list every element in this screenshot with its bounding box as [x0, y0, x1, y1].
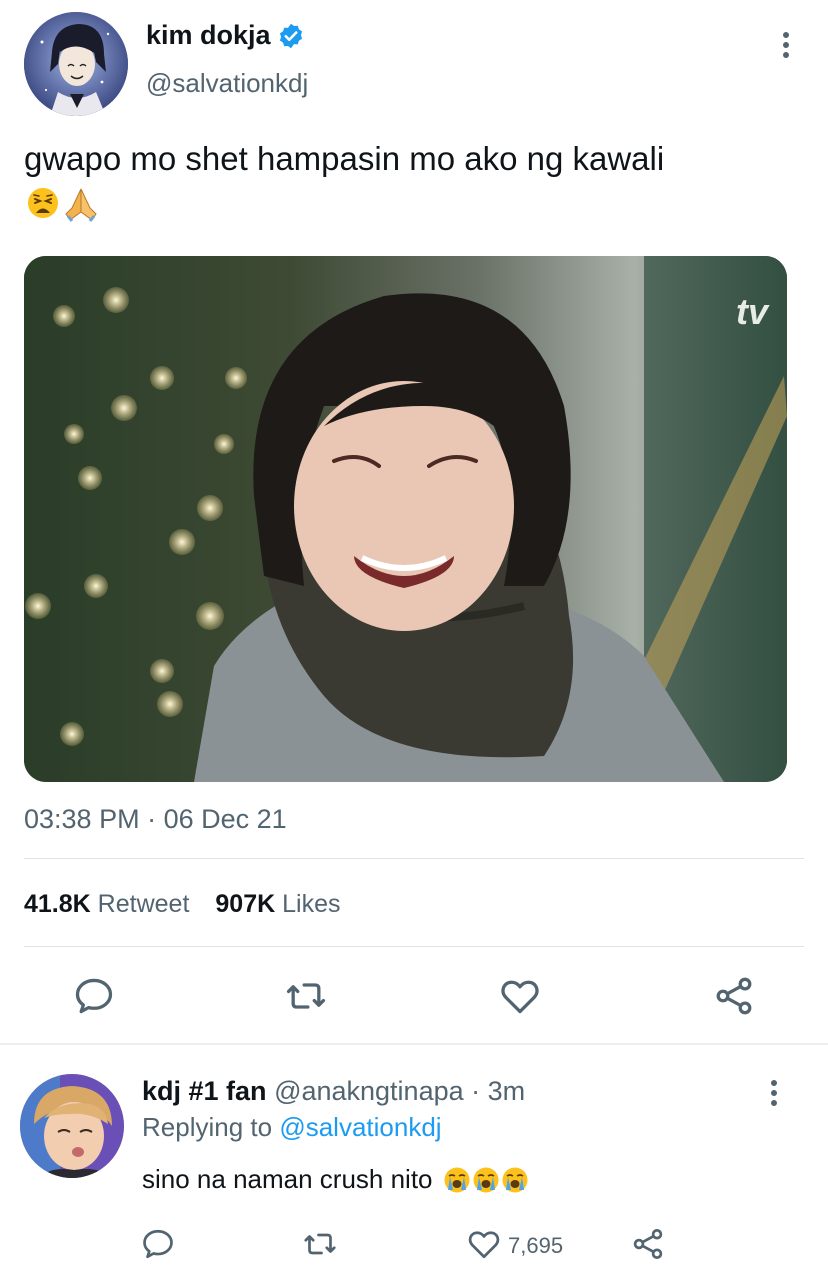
share-icon[interactable] [712, 974, 756, 1018]
loudly-crying-face-icon [502, 1167, 528, 1192]
media-watermark: tv [736, 291, 770, 332]
heart-icon[interactable] [466, 1226, 502, 1262]
tweet-media-image[interactable]: tv [24, 256, 787, 782]
divider [24, 946, 804, 947]
like-stat[interactable]: 907K Likes [215, 890, 340, 919]
share-icon[interactable] [630, 1226, 666, 1262]
replying-mention-link[interactable]: @salvationkdj [279, 1112, 441, 1142]
tweet-stats: 41.8K Retweet 907K Likes [24, 890, 340, 919]
section-separator [0, 1043, 828, 1045]
reply-avatar-image [20, 1074, 124, 1178]
tweet-text: gwapo mo shet hampasin mo ako ng kawali [24, 140, 665, 177]
reply-age: 3m [487, 1076, 526, 1106]
tweet-timestamp[interactable]: 03:38 PM · 06 Dec 21 [24, 804, 287, 835]
folded-hands-icon [65, 188, 97, 222]
handle[interactable]: @salvationkdj [146, 68, 308, 99]
loudly-crying-face-icon [444, 1167, 470, 1192]
retweet-label: Retweet [97, 890, 190, 918]
tweet-time: 03:38 PM [24, 804, 140, 834]
replying-to: Replying to @salvationkdj [142, 1112, 442, 1143]
media-photo: tv [24, 256, 787, 782]
reply-display-name[interactable]: kdj #1 fan [142, 1076, 267, 1106]
verified-badge-icon [279, 23, 302, 48]
reply-text: sino na naman crush nito [142, 1164, 529, 1195]
avatar-image [24, 12, 128, 116]
reply-avatar[interactable] [20, 1074, 124, 1178]
display-name-text: kim dokja [146, 20, 271, 50]
timestamp-separator: · [147, 804, 157, 834]
retweet-icon[interactable] [284, 974, 328, 1018]
reply-header: kdj #1 fan @anakngtinapa · 3m [142, 1076, 525, 1107]
reply-like-count: 7,695 [508, 1233, 564, 1258]
reply-handle[interactable]: @anakngtinapa [274, 1076, 464, 1106]
retweet-icon[interactable] [302, 1226, 338, 1262]
loudly-crying-face-icon [473, 1167, 499, 1192]
more-options-icon[interactable] [764, 1078, 784, 1108]
divider [24, 858, 804, 859]
reply-icon[interactable] [72, 974, 116, 1018]
reply-emojis [443, 1166, 529, 1194]
more-options-icon[interactable] [776, 30, 796, 60]
reply-separator: · [471, 1076, 481, 1106]
heart-icon[interactable] [498, 974, 542, 1018]
like-count: 907K [215, 890, 276, 918]
display-name[interactable]: kim dokja [146, 20, 305, 51]
reply-text-content: sino na naman crush nito [142, 1164, 433, 1194]
tweet-emojis [26, 186, 100, 224]
weary-face-icon [28, 188, 58, 218]
avatar[interactable] [24, 12, 128, 116]
replying-label: Replying to [142, 1112, 273, 1142]
tweet-date: 06 Dec 21 [163, 804, 287, 834]
retweet-count: 41.8K [24, 890, 91, 918]
reply-icon[interactable] [140, 1226, 176, 1262]
like-label: Likes [282, 890, 341, 918]
retweet-stat[interactable]: 41.8K Retweet [24, 890, 189, 919]
